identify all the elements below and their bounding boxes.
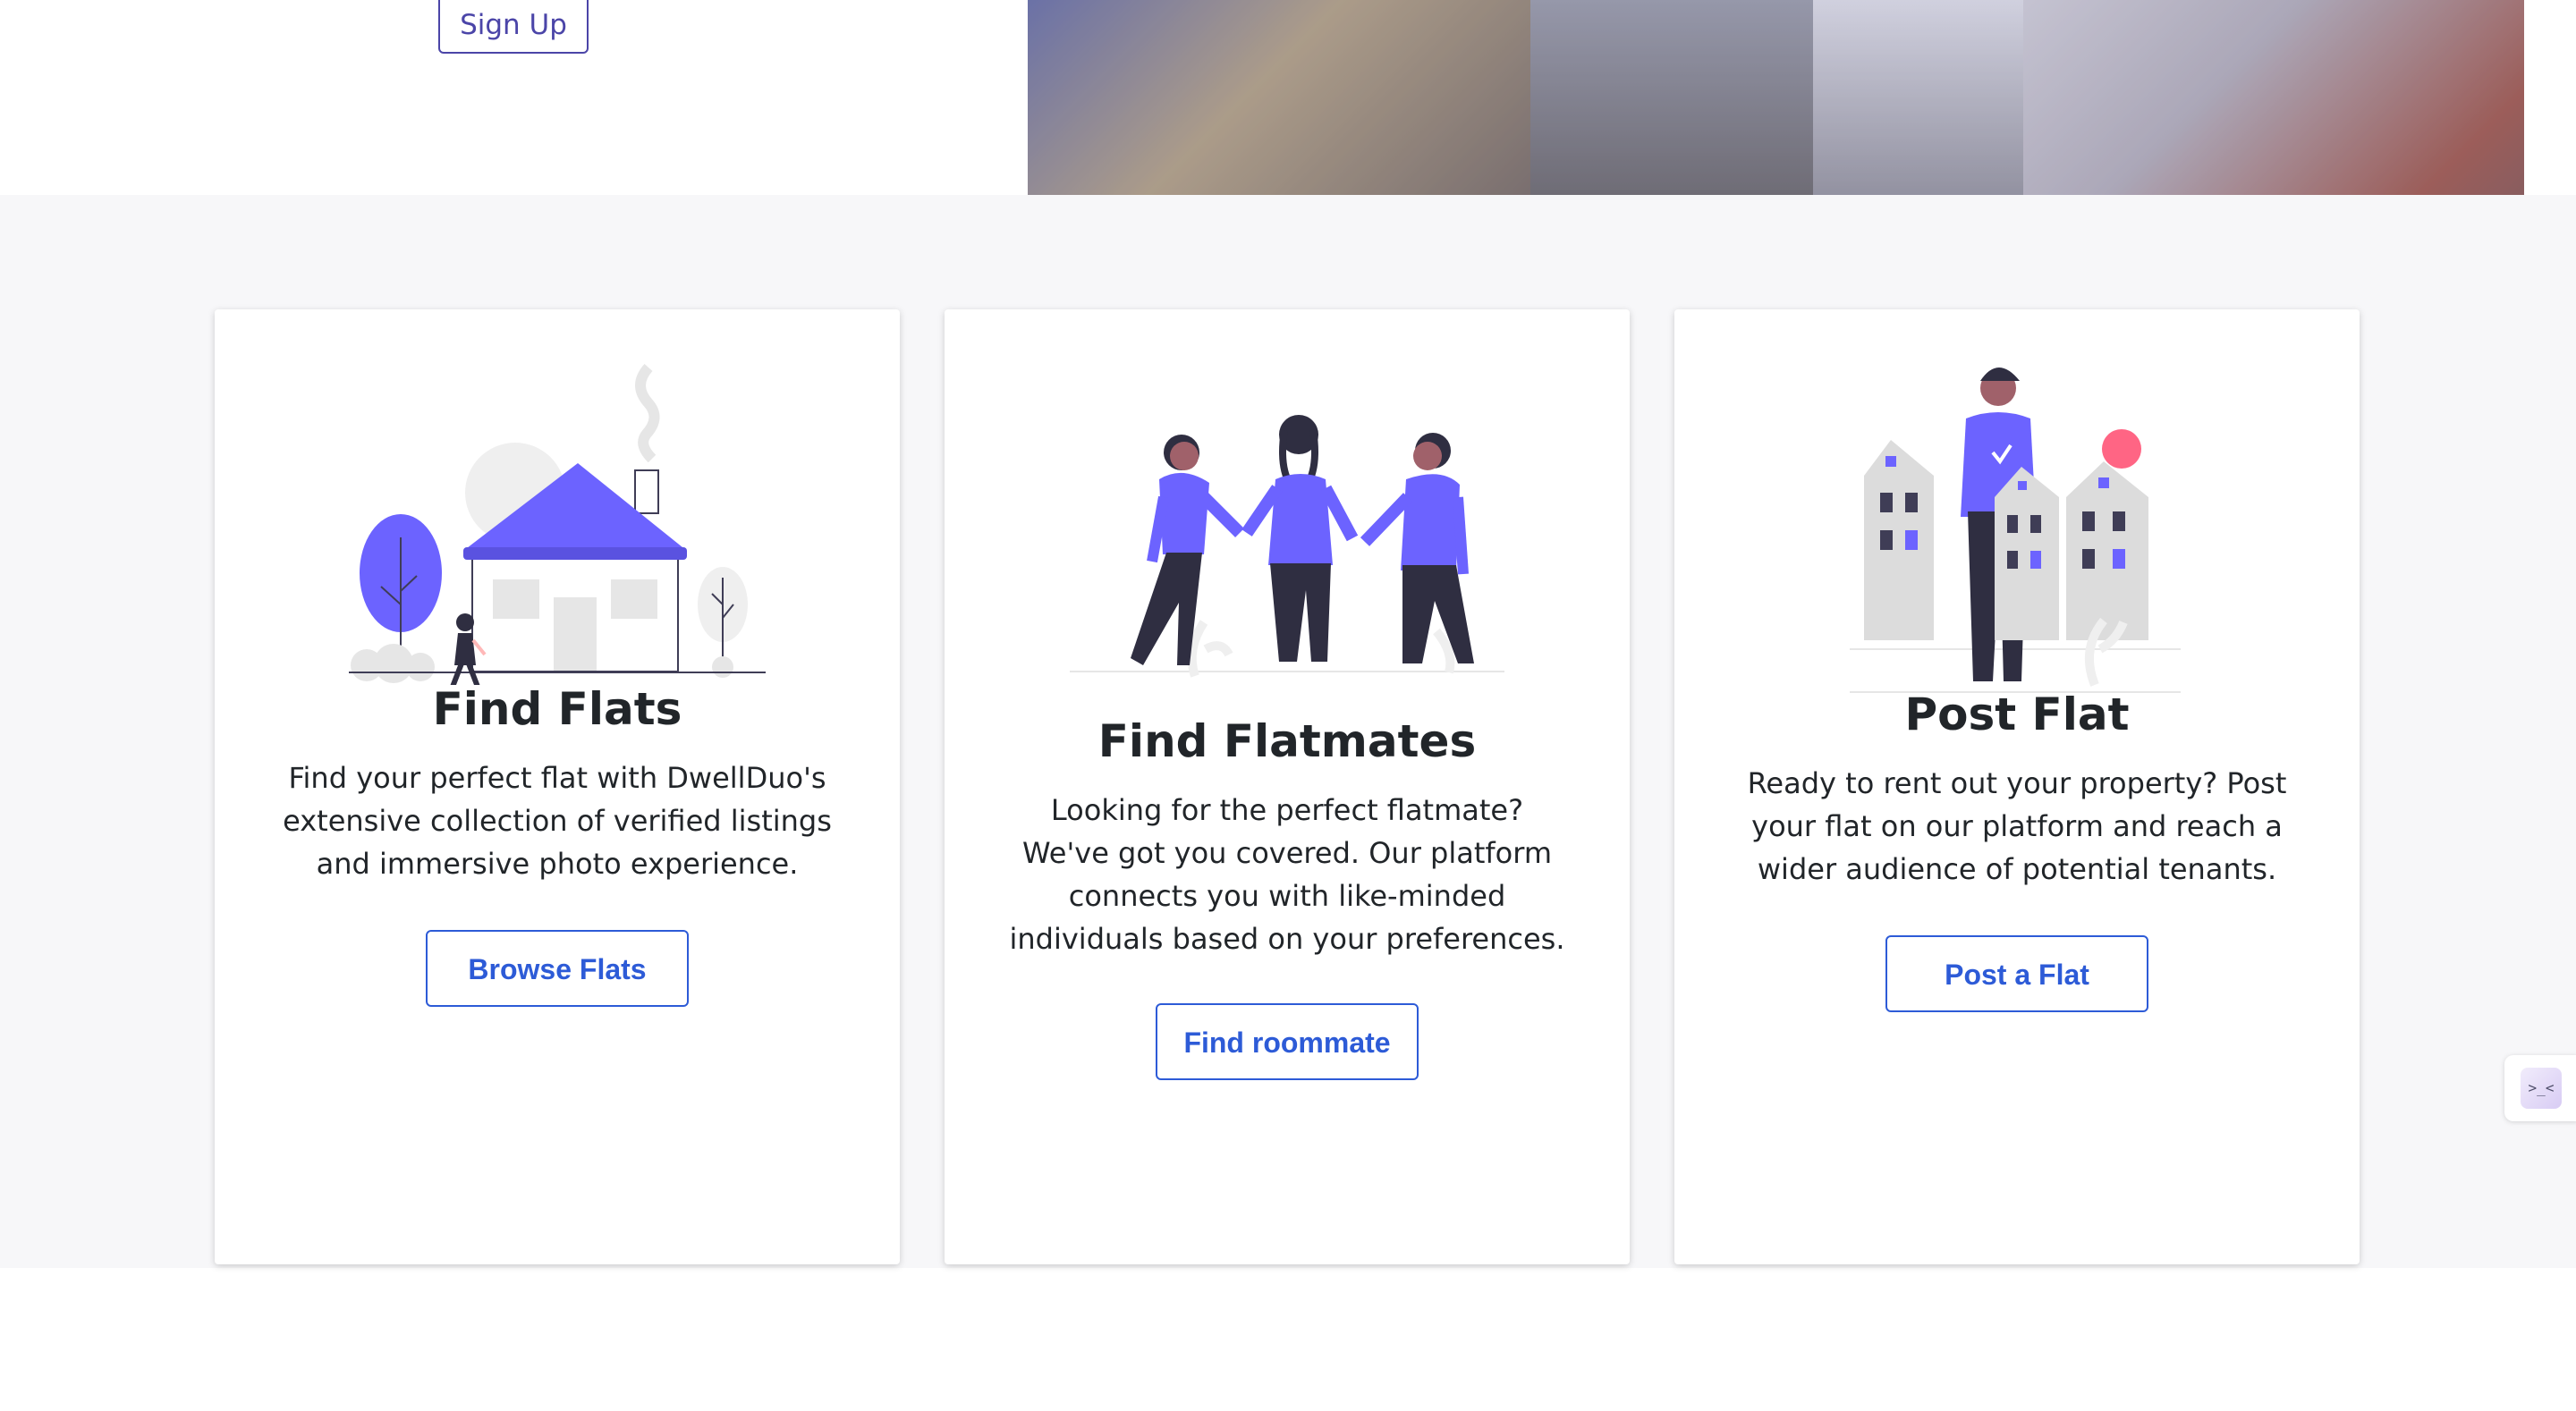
photo-kitchen [1530, 0, 1813, 195]
features-section: Find Flats Find your perfect flat with D… [0, 195, 2576, 1268]
hero-photo-collage [1028, 0, 2524, 195]
face-widget-icon: >_< [2521, 1068, 2562, 1109]
photo-bar-stool [1813, 0, 2023, 195]
card-title: Post Flat [1904, 689, 2130, 740]
card-description: Ready to rent out your property? Post yo… [1747, 766, 2287, 886]
person-with-houses-icon [1850, 368, 2181, 693]
card-title: Find Flats [432, 683, 682, 735]
sign-up-button[interactable]: Sign Up [438, 0, 589, 54]
people-holding-hands-icon [1070, 415, 1504, 678]
feature-card-post-flat: Post Flat Ready to rent out your propert… [1674, 309, 2360, 1264]
card-description: Find your perfect flat with DwellDuo's e… [283, 761, 832, 881]
browse-flats-button[interactable]: Browse Flats [426, 930, 689, 1007]
card-title: Find Flatmates [1097, 715, 1477, 767]
feature-card-find-flats: Find Flats Find your perfect flat with D… [215, 309, 900, 1264]
feature-card-find-flatmates: Find Flatmates Looking for the perfect f… [945, 309, 1630, 1264]
photo-people-on-sofa [1028, 0, 1530, 195]
post-a-flat-button[interactable]: Post a Flat [1885, 935, 2148, 1012]
photo-person-with-laptop [2023, 0, 2524, 195]
house-icon [349, 363, 766, 685]
floating-helper-widget[interactable]: >_< [2504, 1055, 2576, 1121]
card-description: Looking for the perfect flatmate? We've … [1009, 793, 1565, 956]
find-roommate-button[interactable]: Find roommate [1156, 1003, 1419, 1080]
hero-section: Sign Up [0, 0, 2576, 195]
